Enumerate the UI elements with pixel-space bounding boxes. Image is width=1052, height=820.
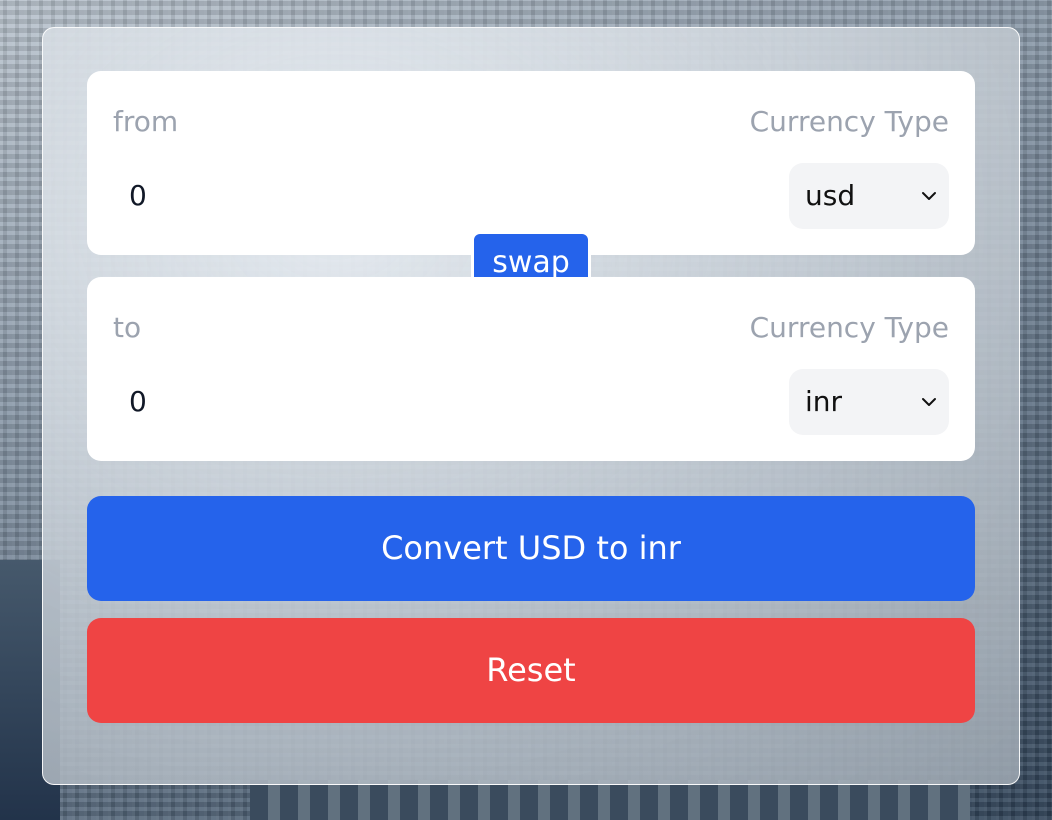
to-currency-type-label: Currency Type (749, 311, 949, 344)
from-panel: from Currency Type usd (87, 71, 975, 255)
from-currency-select[interactable]: usd (789, 163, 949, 229)
from-currency-type-label: Currency Type (749, 105, 949, 138)
to-currency-value: inr (805, 385, 843, 418)
reset-button[interactable]: Reset (87, 618, 975, 723)
to-label: to (113, 311, 142, 344)
to-amount-input[interactable] (113, 377, 529, 425)
background-road (250, 780, 970, 820)
to-currency-select[interactable]: inr (789, 369, 949, 435)
to-panel: to Currency Type inr (87, 277, 975, 461)
convert-button[interactable]: Convert USD to inr (87, 496, 975, 601)
from-amount-input[interactable] (113, 171, 529, 219)
from-label: from (113, 105, 179, 138)
chevron-down-icon (922, 398, 936, 406)
from-currency-value: usd (805, 179, 856, 212)
chevron-down-icon (922, 192, 936, 200)
